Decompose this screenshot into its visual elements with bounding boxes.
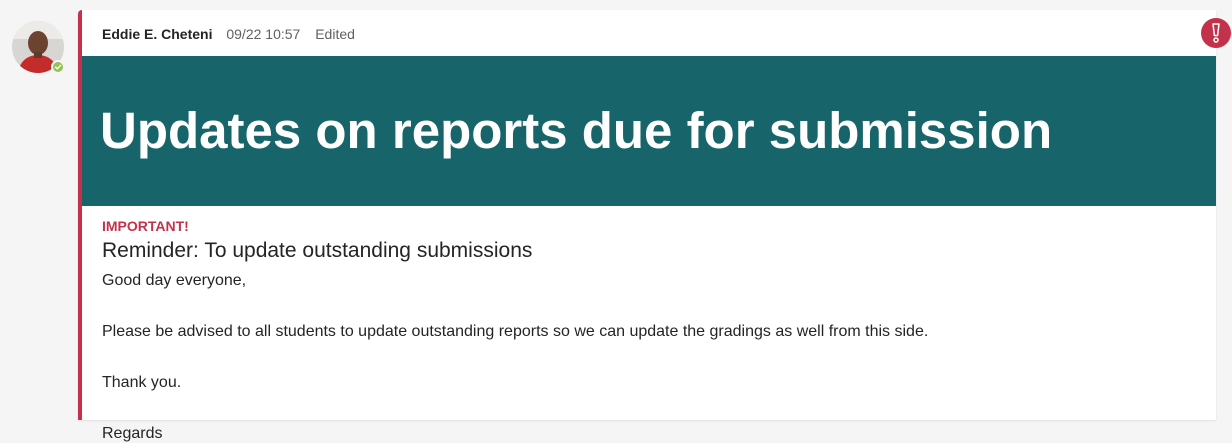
announcement-banner: Updates on reports due for submission xyxy=(82,56,1216,206)
body-line: Good day everyone, xyxy=(102,272,247,289)
edited-label: Edited xyxy=(315,26,355,42)
message-timestamp: 09/22 10:57 xyxy=(226,26,301,42)
presence-badge xyxy=(51,60,65,74)
body-line: Thank you. xyxy=(102,374,182,391)
message-body: Good day everyone, Please be advised to … xyxy=(102,272,928,443)
message-header: Eddie E. Cheteni 09/22 10:57 Edited xyxy=(102,26,355,42)
body-line: Regards xyxy=(102,425,163,442)
message-subject: Reminder: To update outstanding submissi… xyxy=(102,239,533,262)
importance-label: IMPORTANT! xyxy=(102,218,189,234)
available-check-icon xyxy=(54,64,62,70)
banner-title: Updates on reports due for submission xyxy=(100,102,1053,159)
author-name[interactable]: Eddie E. Cheteni xyxy=(102,26,212,42)
body-line: Please be advised to all students to upd… xyxy=(102,323,929,340)
exclamation-icon xyxy=(1212,23,1220,43)
message-card[interactable]: Eddie E. Cheteni 09/22 10:57 Edited Upda… xyxy=(78,10,1216,442)
importance-indicator xyxy=(1201,18,1231,48)
